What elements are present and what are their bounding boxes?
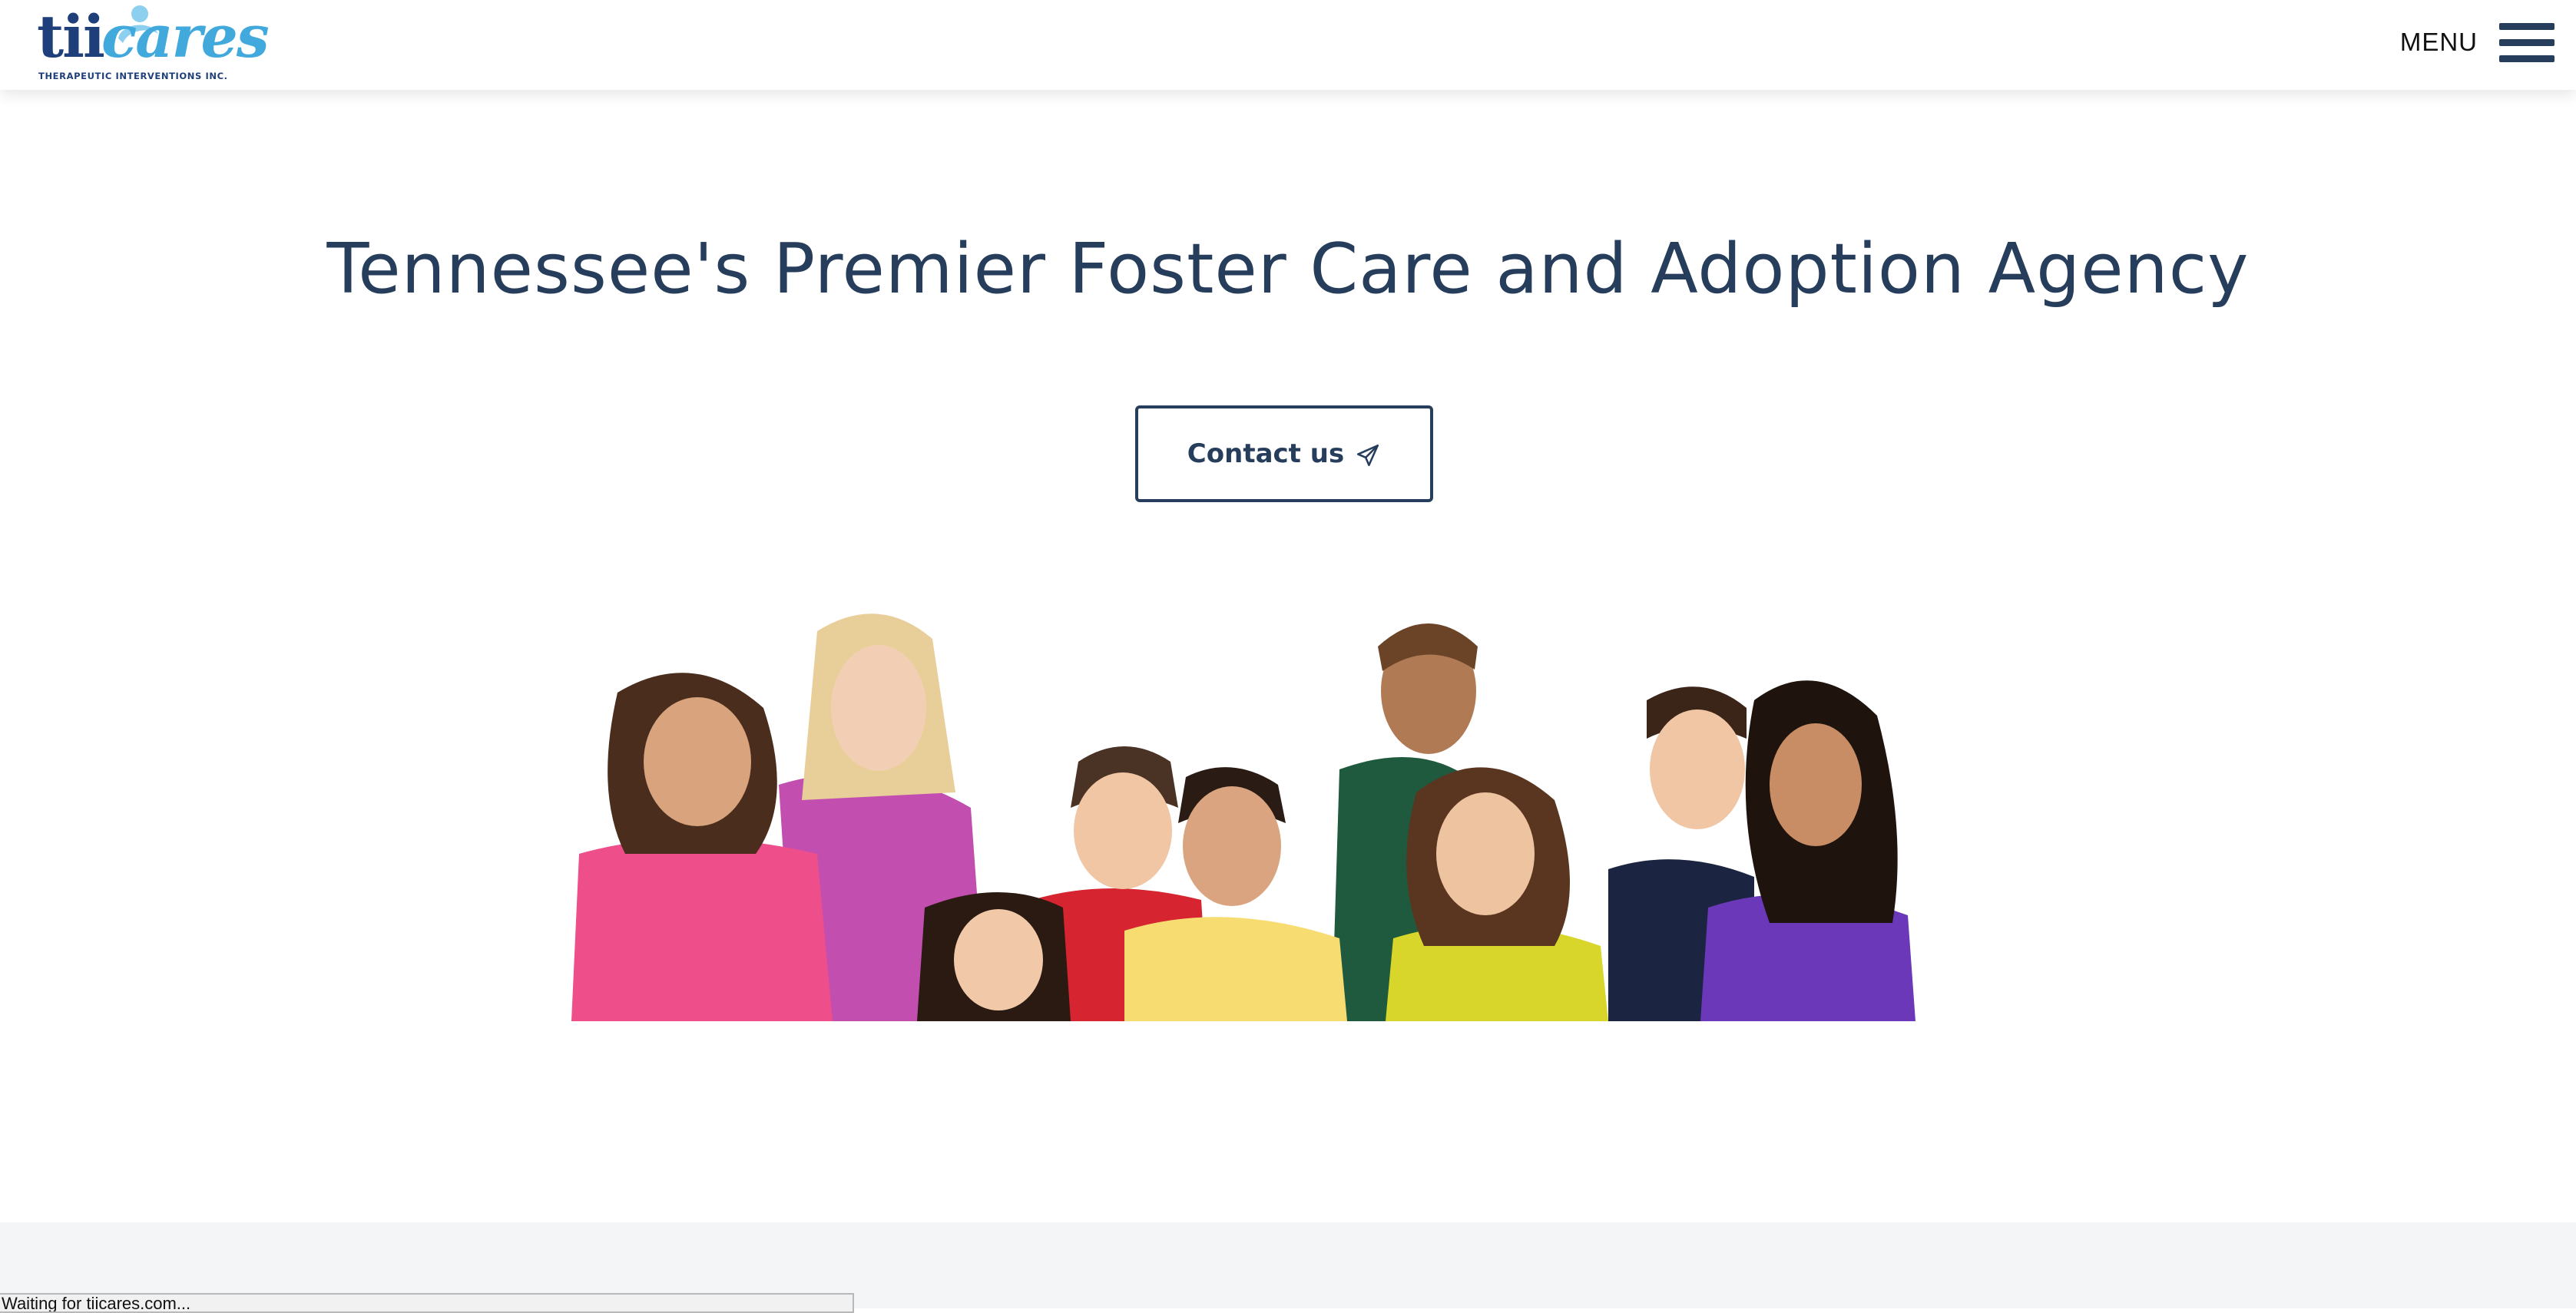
site-header: tii cares THERAPEUTIC INTERVENTIONS INC.… [0, 0, 2576, 90]
tiicares-logo[interactable]: tii cares THERAPEUTIC INTERVENTIONS INC. [37, 2, 270, 86]
logo-tagline: THERAPEUTIC INTERVENTIONS INC. [38, 71, 228, 81]
page-title: Tennessee's Premier Foster Care and Adop… [326, 229, 2250, 309]
children-group-photo [571, 614, 1915, 1021]
contact-us-label: Contact us [1187, 438, 1345, 469]
child-small-girl [917, 892, 1071, 1021]
hamburger-menu-icon[interactable] [2499, 23, 2554, 63]
logo-wordmark: tii cares [37, 2, 270, 71]
menu-label[interactable]: MENU [2400, 28, 2478, 57]
logo-word-cares: cares [101, 2, 270, 71]
contact-us-button[interactable]: Contact us [1135, 405, 1433, 502]
browser-status-bar: Waiting for tiicares.com... [0, 1293, 854, 1313]
paper-plane-icon [1357, 444, 1379, 467]
logo-word-tii: tii [37, 2, 105, 71]
child-lime-shirt [1386, 767, 1608, 1021]
